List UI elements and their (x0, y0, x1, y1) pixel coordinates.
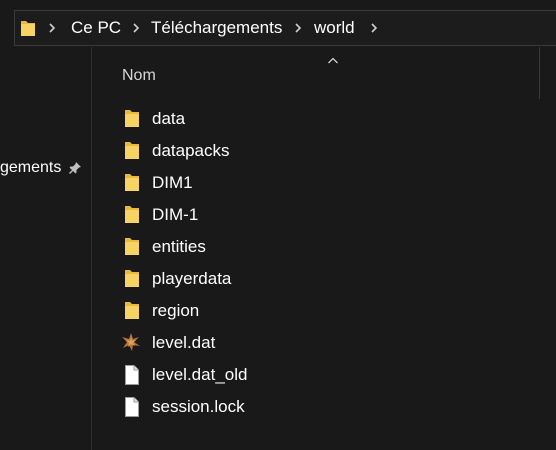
pin-icon (68, 161, 82, 180)
chevron-right-icon[interactable] (293, 21, 303, 35)
list-item[interactable]: data (116, 105, 536, 133)
folder-icon (124, 268, 140, 293)
breadcrumb-telechargements[interactable]: Téléchargements (151, 18, 282, 38)
list-item[interactable]: level.dat_old (116, 361, 536, 389)
list-item[interactable]: datapacks (116, 137, 536, 165)
address-bar[interactable]: Ce PC Téléchargements world (14, 10, 556, 46)
chevron-right-icon[interactable] (131, 21, 141, 35)
column-divider[interactable] (539, 47, 540, 99)
folder-icon (124, 108, 140, 133)
file-icon (124, 396, 140, 423)
folder-icon (124, 140, 140, 165)
list-item[interactable]: region (116, 297, 536, 325)
file-name: level.dat_old (152, 365, 248, 384)
breadcrumb-ce-pc[interactable]: Ce PC (71, 18, 121, 38)
folder-icon (124, 236, 140, 261)
list-item[interactable]: playerdata (116, 265, 536, 293)
chevron-right-icon[interactable] (369, 21, 379, 35)
file-name: playerdata (152, 269, 232, 288)
chevron-right-icon[interactable] (47, 21, 57, 35)
folder-icon (20, 19, 36, 37)
breadcrumb-world[interactable]: world (314, 18, 355, 38)
list-item[interactable]: DIM-1 (116, 201, 536, 229)
folder-icon (124, 204, 140, 229)
file-name: DIM1 (152, 173, 193, 192)
file-list-pane: Nom data datapacks DIM1 DIM-1 entities player… (92, 47, 556, 450)
list-item[interactable]: DIM1 (116, 169, 536, 197)
list-item[interactable]: entities (116, 233, 536, 261)
sort-ascending-icon (327, 52, 339, 70)
file-icon (124, 364, 140, 391)
file-name: level.dat (152, 333, 216, 352)
minecraft-dat-icon (120, 331, 142, 358)
file-name: data (152, 109, 186, 128)
file-name: entities (152, 237, 206, 256)
file-name: datapacks (152, 141, 230, 160)
list-item[interactable]: session.lock (116, 393, 536, 421)
nav-item-downloads[interactable]: gements (0, 158, 61, 178)
file-name: DIM-1 (152, 205, 199, 224)
navigation-pane (0, 47, 92, 450)
folder-icon (124, 300, 140, 325)
file-name: session.lock (152, 397, 245, 416)
file-name: region (152, 301, 200, 320)
column-header-name[interactable]: Nom (122, 66, 156, 86)
list-item[interactable]: level.dat (116, 329, 536, 357)
folder-icon (124, 172, 140, 197)
